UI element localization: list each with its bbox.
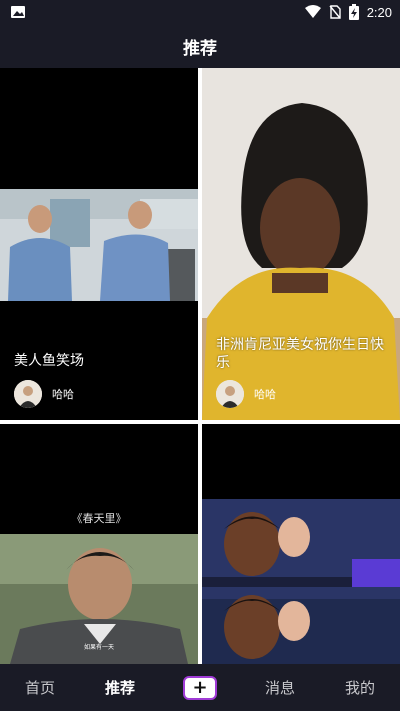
image-icon	[11, 6, 25, 18]
avatar	[216, 380, 244, 408]
top-header: 推荐	[0, 24, 400, 68]
video-card-3[interactable]: 《春天里》 如果有一天	[0, 424, 198, 664]
video-title: 美人鱼笑场	[14, 353, 84, 369]
nav-recommend[interactable]: 推荐	[80, 677, 160, 698]
nav-profile[interactable]: 我的	[320, 677, 400, 698]
video-thumbnail	[0, 189, 198, 301]
author-name: 哈哈	[52, 388, 74, 401]
video-feed-grid: 美人鱼笑场 哈哈 非洲肯尼亚美女祝你生日快乐 哈哈 《春天里》 如果有一天	[0, 68, 400, 664]
add-button[interactable]: +	[160, 675, 240, 700]
plus-icon: +	[183, 675, 217, 700]
page-title: 推荐	[183, 38, 217, 59]
bottom-navigation: 首页 推荐 + 消息 我的	[0, 664, 400, 711]
video-caption-title: 《春天里》	[71, 512, 127, 525]
video-subtitle: 如果有一天	[83, 644, 114, 651]
wifi-icon	[304, 5, 321, 18]
status-time: 2:20	[366, 4, 392, 20]
author-name: 哈哈	[254, 388, 276, 401]
video-author[interactable]: 哈哈	[14, 380, 74, 408]
nav-home[interactable]: 首页	[0, 677, 80, 698]
battery-charging-icon	[348, 4, 359, 20]
video-card-1[interactable]: 美人鱼笑场 哈哈	[0, 68, 198, 420]
status-bar: 2:20	[0, 0, 400, 24]
video-author[interactable]: 哈哈	[216, 380, 276, 408]
nav-messages[interactable]: 消息	[240, 677, 320, 698]
video-card-4[interactable]	[202, 424, 400, 664]
video-thumbnail	[202, 499, 400, 664]
avatar	[14, 380, 42, 408]
no-sim-icon	[329, 5, 341, 19]
video-card-2[interactable]: 非洲肯尼亚美女祝你生日快乐 哈哈	[202, 68, 400, 420]
video-title: 非洲肯尼亚美女祝你生日快乐	[216, 337, 384, 371]
